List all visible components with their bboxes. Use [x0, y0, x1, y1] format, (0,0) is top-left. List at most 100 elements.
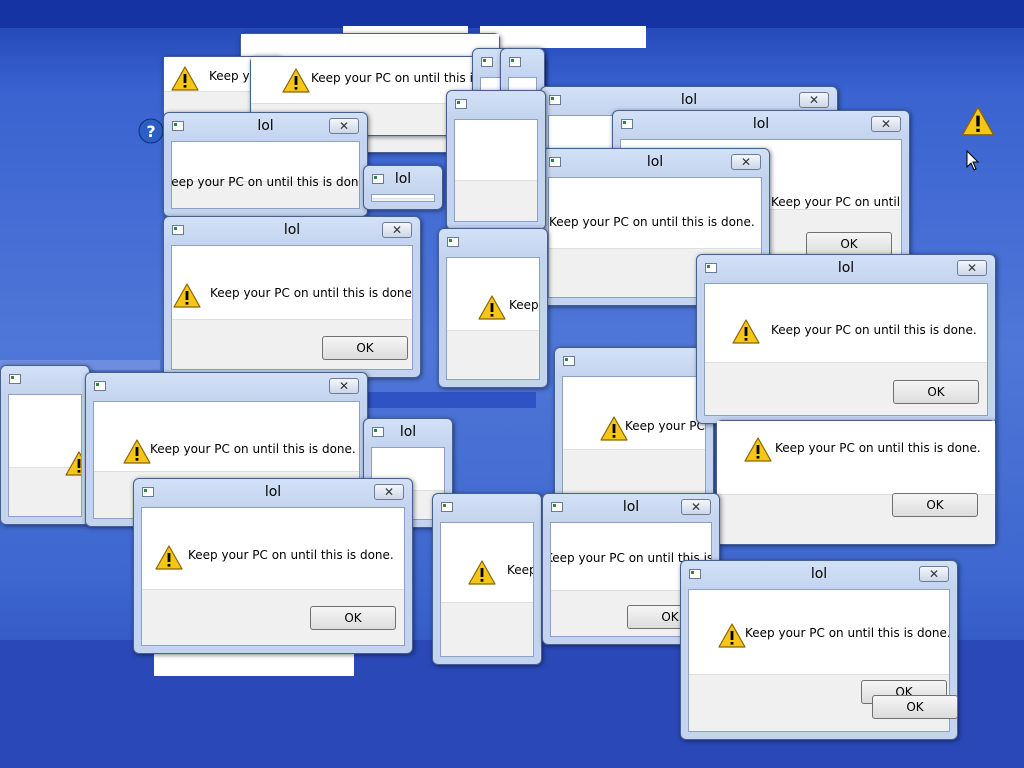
- ok-button[interactable]: OK: [892, 493, 978, 517]
- window-title: lol: [264, 484, 282, 500]
- dialog-body: Keep your PC on until this is done. OK: [141, 507, 405, 646]
- dialog-body: [454, 119, 538, 222]
- close-button[interactable]: ✕: [957, 260, 987, 276]
- dialog-message: Keep your PC on until this is done.: [549, 215, 755, 229]
- close-button[interactable]: ✕: [382, 222, 412, 238]
- dialog-window[interactable]: Keep your PC on until this is done.: [554, 347, 714, 507]
- close-button[interactable]: ✕: [731, 154, 761, 170]
- dialog-footer: [372, 197, 434, 201]
- close-icon: ✕: [880, 117, 892, 131]
- dialog-body: [371, 194, 435, 202]
- window-system-icon[interactable]: [455, 99, 467, 109]
- ok-button[interactable]: OK: [806, 232, 892, 256]
- ok-button[interactable]: OK: [310, 606, 396, 630]
- window-system-icon[interactable]: [447, 237, 459, 247]
- window-system-icon[interactable]: [441, 502, 453, 512]
- dialog-message: Keep your PC on until this is done.: [625, 419, 705, 433]
- window-title: lol: [680, 92, 698, 108]
- close-button[interactable]: ✕: [329, 378, 359, 394]
- dialog-window[interactable]: lol ✕ Keep your PC on until this is done.: [163, 112, 368, 217]
- dialog-window[interactable]: Keep your PC on until this is done.: [432, 493, 542, 665]
- dialog-window[interactable]: lol ✕ Keep your PC on until this is done. O…: [133, 478, 413, 654]
- warning-icon: [717, 622, 747, 649]
- dialog-footer: [447, 329, 539, 379]
- ok-button[interactable]: OK: [893, 380, 979, 404]
- close-button[interactable]: ✕: [871, 116, 901, 132]
- close-icon: ✕: [383, 485, 395, 499]
- close-button[interactable]: ✕: [374, 484, 404, 500]
- title-bar: [555, 348, 713, 376]
- svg-text:?: ?: [146, 122, 155, 141]
- close-icon: ✕: [338, 379, 350, 393]
- dialog-window[interactable]: lol✕ Keep your PC on until this is done. O…: [163, 216, 421, 378]
- help-icon[interactable]: ?: [138, 118, 164, 148]
- title-bar: lol ✕: [613, 111, 909, 139]
- title-bar: lol: [364, 419, 452, 447]
- window-system-icon[interactable]: [509, 57, 521, 67]
- window-system-icon[interactable]: [481, 57, 493, 67]
- title-bar: lol ✕: [541, 149, 769, 177]
- window-title: lol: [394, 171, 412, 187]
- warning-icon[interactable]: [960, 104, 996, 142]
- dialog-message: Keep your PC on until this is done.: [509, 298, 539, 312]
- title-bar: [447, 91, 545, 119]
- window-system-icon[interactable]: [563, 356, 575, 366]
- close-icon: ✕: [966, 261, 978, 275]
- dialog-body: Keep your PC on until this is done.: [440, 522, 534, 657]
- warning-icon: [170, 65, 200, 92]
- dialog-window[interactable]: [0, 365, 90, 525]
- window-system-icon[interactable]: [9, 374, 21, 384]
- dialog-body: Keep your PC on until this is done. OK: [171, 245, 413, 370]
- title-bar: lol ✕: [543, 494, 719, 522]
- window-title: lol: [837, 260, 855, 276]
- dialog-message: Keep your PC on until this is done.: [771, 195, 901, 209]
- dialog-message: Keep your PC on until this is done.: [745, 626, 950, 640]
- warning-icon: [154, 544, 184, 571]
- warning-icon: [122, 438, 152, 465]
- close-icon: ✕: [690, 500, 702, 514]
- close-button[interactable]: ✕: [329, 118, 359, 134]
- close-button[interactable]: ✕: [799, 92, 829, 108]
- dialog-body: Keep your PC on until this is done.: [562, 376, 706, 499]
- glitch-band: [0, 0, 1024, 28]
- title-bar: ✕: [86, 373, 367, 401]
- title-bar: [501, 49, 544, 77]
- dialog-window[interactable]: lol✕Keep your PC on until this is done.O…: [696, 254, 996, 424]
- dialog-message: Keep your PC on until this is done.: [188, 548, 394, 562]
- ok-button[interactable]: OK: [322, 336, 408, 360]
- dialog-body: [8, 394, 82, 517]
- dialog-body: Keep your PC on until this is done.: [171, 141, 360, 209]
- title-bar: lol ✕: [681, 561, 957, 589]
- close-button[interactable]: ✕: [681, 499, 711, 515]
- warning-icon: [64, 450, 81, 477]
- dialog-body: Keep your PC on until this is done. OK: [717, 421, 995, 544]
- warning-icon: [172, 282, 202, 309]
- close-button[interactable]: ✕: [919, 566, 949, 582]
- title-bar: [439, 229, 547, 257]
- dialog-message: Keep your PC on until this is done.: [150, 442, 356, 456]
- dialog-window[interactable]: OK: [860, 695, 958, 725]
- window-system-icon[interactable]: [94, 381, 106, 391]
- dialog-body: OK: [860, 695, 958, 725]
- close-icon: ✕: [928, 567, 940, 581]
- warning-icon: [281, 67, 311, 94]
- title-bar: [433, 494, 541, 522]
- dialog-window[interactable]: Keep your PC on until this is done.: [438, 228, 548, 388]
- warning-icon: [467, 559, 497, 586]
- dialog-window[interactable]: lol: [363, 165, 443, 210]
- glitch-band: [480, 26, 646, 48]
- title-bar: lol ✕: [164, 217, 420, 245]
- mouse-pointer-icon: [966, 149, 980, 176]
- dialog-window[interactable]: Keep your PC on until this is done. OK: [716, 420, 996, 545]
- dialog-footer: [563, 448, 705, 498]
- dialog-message: Keep your PC on until this is done.: [210, 286, 413, 300]
- title-bar: lol ✕: [134, 479, 412, 507]
- dialog-window[interactable]: [446, 90, 546, 230]
- dialog-message: Keep your PC on until this is done.: [507, 563, 534, 577]
- ok-button[interactable]: OK: [872, 695, 958, 719]
- desktop: ? Keep your PC on until this is done. Kee…: [0, 0, 1024, 768]
- dialog-footer: [455, 179, 537, 221]
- dialog-body: Keep your PC on until this is done.: [446, 257, 540, 380]
- title-bar: lol ✕: [697, 255, 995, 283]
- window-title: lol: [810, 566, 828, 582]
